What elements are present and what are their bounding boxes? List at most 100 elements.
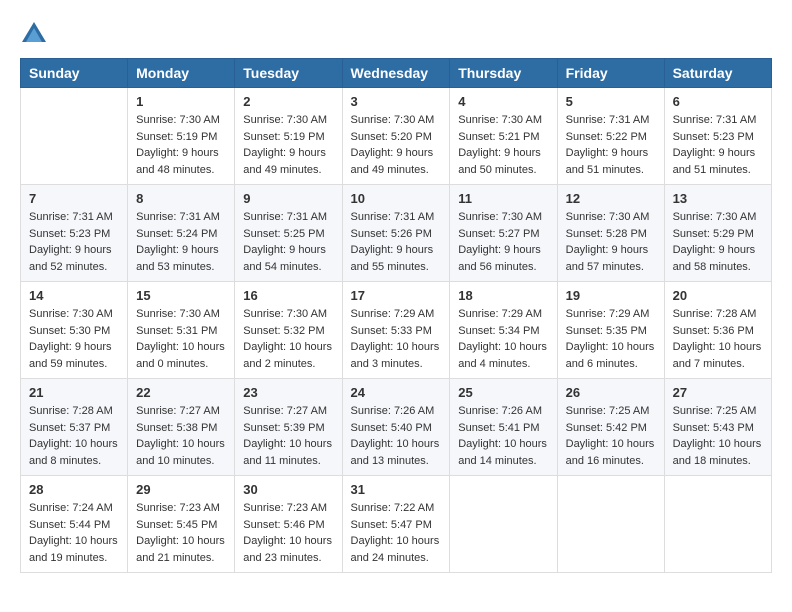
sunset-text: Sunset: 5:26 PM [351, 228, 432, 240]
daylight-text: Daylight: 10 hours and 13 minutes. [351, 438, 440, 467]
calendar-cell: 19 Sunrise: 7:29 AM Sunset: 5:35 PM Dayl… [557, 282, 664, 379]
daylight-text: Daylight: 10 hours and 14 minutes. [458, 438, 547, 467]
calendar-week-row: 14 Sunrise: 7:30 AM Sunset: 5:30 PM Dayl… [21, 282, 772, 379]
daylight-text: Daylight: 10 hours and 4 minutes. [458, 341, 547, 370]
sunrise-text: Sunrise: 7:29 AM [458, 308, 542, 320]
calendar-cell: 10 Sunrise: 7:31 AM Sunset: 5:26 PM Dayl… [342, 185, 450, 282]
calendar-cell: 2 Sunrise: 7:30 AM Sunset: 5:19 PM Dayli… [235, 88, 342, 185]
sunset-text: Sunset: 5:38 PM [136, 422, 217, 434]
daylight-text: Daylight: 9 hours and 55 minutes. [351, 244, 434, 273]
sunrise-text: Sunrise: 7:29 AM [566, 308, 650, 320]
daylight-text: Daylight: 10 hours and 11 minutes. [243, 438, 332, 467]
day-number: 4 [458, 94, 548, 109]
sunrise-text: Sunrise: 7:28 AM [673, 308, 757, 320]
weekday-header: Tuesday [235, 59, 342, 88]
day-number: 25 [458, 385, 548, 400]
sunset-text: Sunset: 5:28 PM [566, 228, 647, 240]
day-info: Sunrise: 7:23 AM Sunset: 5:45 PM Dayligh… [136, 500, 226, 566]
daylight-text: Daylight: 10 hours and 8 minutes. [29, 438, 118, 467]
daylight-text: Daylight: 9 hours and 58 minutes. [673, 244, 756, 273]
weekday-header-row: SundayMondayTuesdayWednesdayThursdayFrid… [21, 59, 772, 88]
day-number: 8 [136, 191, 226, 206]
sunset-text: Sunset: 5:41 PM [458, 422, 539, 434]
weekday-header: Saturday [664, 59, 771, 88]
sunrise-text: Sunrise: 7:27 AM [136, 405, 220, 417]
day-number: 29 [136, 482, 226, 497]
sunset-text: Sunset: 5:36 PM [673, 325, 754, 337]
day-info: Sunrise: 7:30 AM Sunset: 5:32 PM Dayligh… [243, 306, 333, 372]
calendar-cell [21, 88, 128, 185]
calendar-cell: 1 Sunrise: 7:30 AM Sunset: 5:19 PM Dayli… [128, 88, 235, 185]
weekday-header: Thursday [450, 59, 557, 88]
day-info: Sunrise: 7:22 AM Sunset: 5:47 PM Dayligh… [351, 500, 442, 566]
day-number: 5 [566, 94, 656, 109]
day-number: 19 [566, 288, 656, 303]
weekday-header: Friday [557, 59, 664, 88]
day-number: 20 [673, 288, 763, 303]
sunset-text: Sunset: 5:35 PM [566, 325, 647, 337]
day-info: Sunrise: 7:25 AM Sunset: 5:42 PM Dayligh… [566, 403, 656, 469]
sunrise-text: Sunrise: 7:23 AM [136, 502, 220, 514]
sunset-text: Sunset: 5:37 PM [29, 422, 110, 434]
calendar-cell [557, 476, 664, 573]
logo [20, 20, 52, 48]
day-number: 11 [458, 191, 548, 206]
calendar-cell: 12 Sunrise: 7:30 AM Sunset: 5:28 PM Dayl… [557, 185, 664, 282]
day-number: 9 [243, 191, 333, 206]
day-info: Sunrise: 7:26 AM Sunset: 5:40 PM Dayligh… [351, 403, 442, 469]
day-info: Sunrise: 7:23 AM Sunset: 5:46 PM Dayligh… [243, 500, 333, 566]
day-info: Sunrise: 7:30 AM Sunset: 5:29 PM Dayligh… [673, 209, 763, 275]
day-info: Sunrise: 7:31 AM Sunset: 5:26 PM Dayligh… [351, 209, 442, 275]
calendar-cell: 24 Sunrise: 7:26 AM Sunset: 5:40 PM Dayl… [342, 379, 450, 476]
daylight-text: Daylight: 9 hours and 53 minutes. [136, 244, 219, 273]
sunrise-text: Sunrise: 7:29 AM [351, 308, 435, 320]
sunset-text: Sunset: 5:25 PM [243, 228, 324, 240]
sunrise-text: Sunrise: 7:30 AM [29, 308, 113, 320]
daylight-text: Daylight: 9 hours and 49 minutes. [351, 147, 434, 176]
day-number: 7 [29, 191, 119, 206]
calendar-cell: 4 Sunrise: 7:30 AM Sunset: 5:21 PM Dayli… [450, 88, 557, 185]
day-number: 17 [351, 288, 442, 303]
sunset-text: Sunset: 5:45 PM [136, 519, 217, 531]
daylight-text: Daylight: 10 hours and 23 minutes. [243, 535, 332, 564]
calendar-cell: 28 Sunrise: 7:24 AM Sunset: 5:44 PM Dayl… [21, 476, 128, 573]
sunrise-text: Sunrise: 7:22 AM [351, 502, 435, 514]
day-number: 23 [243, 385, 333, 400]
day-info: Sunrise: 7:30 AM Sunset: 5:31 PM Dayligh… [136, 306, 226, 372]
day-info: Sunrise: 7:31 AM Sunset: 5:23 PM Dayligh… [673, 112, 763, 178]
sunrise-text: Sunrise: 7:30 AM [136, 114, 220, 126]
daylight-text: Daylight: 10 hours and 21 minutes. [136, 535, 225, 564]
calendar-cell: 22 Sunrise: 7:27 AM Sunset: 5:38 PM Dayl… [128, 379, 235, 476]
calendar-cell: 17 Sunrise: 7:29 AM Sunset: 5:33 PM Dayl… [342, 282, 450, 379]
day-number: 18 [458, 288, 548, 303]
calendar-week-row: 28 Sunrise: 7:24 AM Sunset: 5:44 PM Dayl… [21, 476, 772, 573]
calendar-week-row: 1 Sunrise: 7:30 AM Sunset: 5:19 PM Dayli… [21, 88, 772, 185]
day-info: Sunrise: 7:30 AM Sunset: 5:30 PM Dayligh… [29, 306, 119, 372]
day-info: Sunrise: 7:25 AM Sunset: 5:43 PM Dayligh… [673, 403, 763, 469]
calendar-week-row: 7 Sunrise: 7:31 AM Sunset: 5:23 PM Dayli… [21, 185, 772, 282]
sunrise-text: Sunrise: 7:30 AM [243, 114, 327, 126]
day-info: Sunrise: 7:30 AM Sunset: 5:21 PM Dayligh… [458, 112, 548, 178]
day-number: 27 [673, 385, 763, 400]
daylight-text: Daylight: 10 hours and 0 minutes. [136, 341, 225, 370]
day-number: 28 [29, 482, 119, 497]
weekday-header: Wednesday [342, 59, 450, 88]
sunset-text: Sunset: 5:43 PM [673, 422, 754, 434]
sunrise-text: Sunrise: 7:26 AM [351, 405, 435, 417]
daylight-text: Daylight: 10 hours and 19 minutes. [29, 535, 118, 564]
sunrise-text: Sunrise: 7:30 AM [351, 114, 435, 126]
daylight-text: Daylight: 9 hours and 54 minutes. [243, 244, 326, 273]
day-number: 15 [136, 288, 226, 303]
calendar-cell: 8 Sunrise: 7:31 AM Sunset: 5:24 PM Dayli… [128, 185, 235, 282]
sunset-text: Sunset: 5:29 PM [673, 228, 754, 240]
daylight-text: Daylight: 10 hours and 18 minutes. [673, 438, 762, 467]
calendar-cell: 23 Sunrise: 7:27 AM Sunset: 5:39 PM Dayl… [235, 379, 342, 476]
daylight-text: Daylight: 9 hours and 50 minutes. [458, 147, 541, 176]
calendar-cell: 31 Sunrise: 7:22 AM Sunset: 5:47 PM Dayl… [342, 476, 450, 573]
sunset-text: Sunset: 5:21 PM [458, 131, 539, 143]
calendar-cell: 25 Sunrise: 7:26 AM Sunset: 5:41 PM Dayl… [450, 379, 557, 476]
sunset-text: Sunset: 5:42 PM [566, 422, 647, 434]
sunrise-text: Sunrise: 7:25 AM [673, 405, 757, 417]
sunset-text: Sunset: 5:20 PM [351, 131, 432, 143]
sunset-text: Sunset: 5:44 PM [29, 519, 110, 531]
